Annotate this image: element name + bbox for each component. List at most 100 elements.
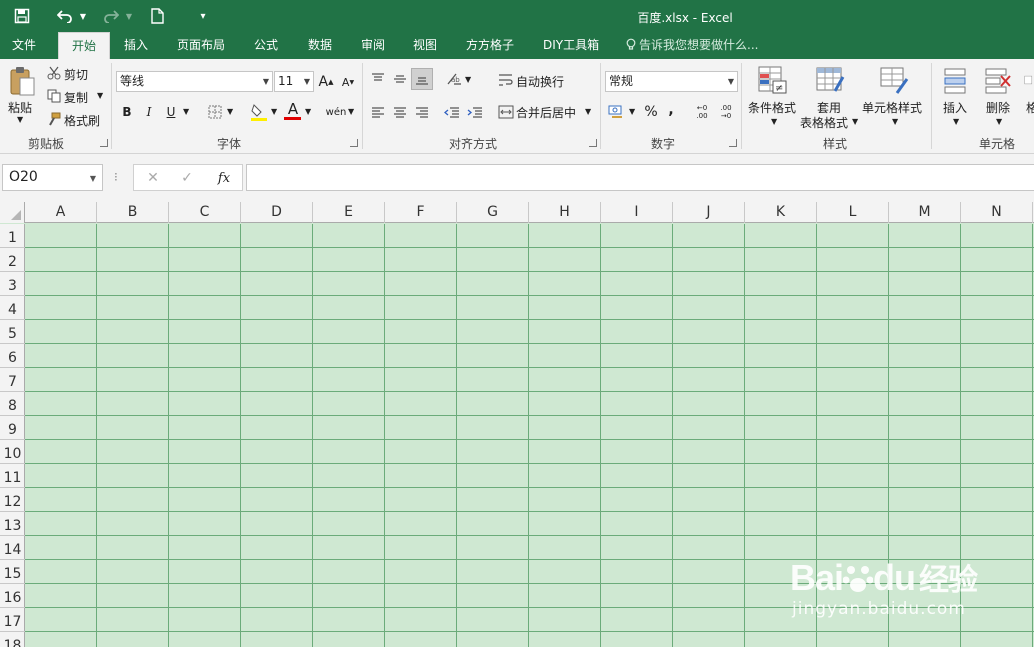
insert-function-icon[interactable]: fx bbox=[214, 168, 234, 188]
row-header-14[interactable]: 14 bbox=[0, 536, 25, 560]
insert-dropdown-icon[interactable]: ▼ bbox=[953, 117, 959, 126]
conditional-dropdown-icon[interactable]: ▼ bbox=[771, 117, 777, 126]
cell-styles-dropdown-icon[interactable]: ▼ bbox=[892, 117, 898, 126]
merge-center-button[interactable]: 合并后居中 bbox=[516, 104, 576, 121]
tab-fangfang[interactable]: 方方格子 bbox=[456, 32, 524, 59]
borders-dropdown-icon[interactable]: ▼ bbox=[227, 107, 233, 116]
row-header-11[interactable]: 11 bbox=[0, 464, 25, 488]
bold-button[interactable]: B bbox=[118, 101, 136, 123]
row-header-17[interactable]: 17 bbox=[0, 608, 25, 632]
copy-button[interactable]: 复制 bbox=[64, 89, 88, 106]
format-painter-button[interactable]: 格式刷 bbox=[64, 112, 100, 129]
font-name-select[interactable]: 等线 ▼ bbox=[116, 71, 273, 92]
tab-view[interactable]: 视图 bbox=[403, 32, 447, 59]
format-table-dropdown-icon[interactable]: ▼ bbox=[852, 117, 858, 126]
enter-icon[interactable]: ✓ bbox=[178, 168, 196, 188]
tab-insert[interactable]: 插入 bbox=[114, 32, 158, 59]
column-header-e[interactable]: E bbox=[313, 202, 385, 223]
merge-dropdown-icon[interactable]: ▼ bbox=[585, 107, 591, 116]
fill-color-dropdown-icon[interactable]: ▼ bbox=[271, 107, 277, 116]
align-middle-icon[interactable] bbox=[390, 69, 410, 89]
shrink-font-button[interactable]: A ▼ bbox=[340, 73, 356, 92]
orientation-dropdown-icon[interactable]: ▼ bbox=[465, 75, 471, 84]
phonetic-dropdown-icon[interactable]: ▼ bbox=[348, 107, 354, 116]
column-header-b[interactable]: B bbox=[97, 202, 169, 223]
tab-data[interactable]: 数据 bbox=[298, 32, 342, 59]
row-header-7[interactable]: 7 bbox=[0, 368, 25, 392]
phonetic-button[interactable]: wén bbox=[326, 102, 347, 122]
row-header-8[interactable]: 8 bbox=[0, 392, 25, 416]
column-header-k[interactable]: K bbox=[745, 202, 817, 223]
wrap-text-button[interactable]: 自动换行 bbox=[516, 73, 564, 90]
row-header-12[interactable]: 12 bbox=[0, 488, 25, 512]
orientation-icon[interactable]: ab bbox=[444, 69, 464, 89]
paste-button[interactable]: 粘贴 bbox=[8, 99, 32, 116]
column-header-g[interactable]: G bbox=[457, 202, 529, 223]
insert-cells-button[interactable]: 插入 bbox=[943, 99, 967, 116]
align-center-icon[interactable] bbox=[390, 103, 410, 123]
accounting-format-icon[interactable] bbox=[607, 102, 627, 122]
comma-button[interactable]: , bbox=[664, 99, 678, 121]
row-header-3[interactable]: 3 bbox=[0, 272, 25, 296]
column-header-l[interactable]: L bbox=[817, 202, 889, 223]
percent-button[interactable]: % bbox=[642, 101, 660, 123]
row-header-13[interactable]: 13 bbox=[0, 512, 25, 536]
format-as-table-button[interactable]: 表格格式 bbox=[800, 114, 848, 131]
font-size-select[interactable]: 11 ▼ bbox=[274, 71, 314, 92]
tab-home[interactable]: 开始 bbox=[58, 32, 110, 59]
borders-icon[interactable] bbox=[206, 103, 224, 121]
column-header-i[interactable]: I bbox=[601, 202, 673, 223]
tab-formulas[interactable]: 公式 bbox=[244, 32, 288, 59]
formula-input[interactable] bbox=[246, 164, 1034, 191]
clipboard-launcher-icon[interactable] bbox=[100, 139, 108, 147]
row-header-18[interactable]: 18 bbox=[0, 632, 25, 647]
select-all-button[interactable] bbox=[0, 202, 25, 223]
row-header-16[interactable]: 16 bbox=[0, 584, 25, 608]
column-header-f[interactable]: F bbox=[385, 202, 457, 223]
delete-cells-button[interactable]: 删除 bbox=[986, 99, 1010, 116]
underline-dropdown-icon[interactable]: ▼ bbox=[183, 107, 189, 116]
cell-styles-button[interactable]: 单元格样式 bbox=[862, 99, 922, 116]
font-color-dropdown-icon[interactable]: ▼ bbox=[305, 107, 311, 116]
number-launcher-icon[interactable] bbox=[729, 139, 737, 147]
tab-page-layout[interactable]: 页面布局 bbox=[167, 32, 235, 59]
column-header-j[interactable]: J bbox=[673, 202, 745, 223]
column-header-a[interactable]: A bbox=[25, 202, 97, 223]
row-header-10[interactable]: 10 bbox=[0, 440, 25, 464]
cancel-icon[interactable]: ✕ bbox=[144, 168, 162, 188]
tab-review[interactable]: 审阅 bbox=[351, 32, 395, 59]
row-header-15[interactable]: 15 bbox=[0, 560, 25, 584]
paste-icon[interactable] bbox=[6, 64, 38, 98]
tab-file[interactable]: 文件 bbox=[2, 32, 46, 59]
column-header-m[interactable]: M bbox=[889, 202, 961, 223]
tell-me-search[interactable]: 告诉我您想要做什么... bbox=[626, 32, 758, 59]
underline-button[interactable]: U bbox=[162, 101, 180, 123]
font-launcher-icon[interactable] bbox=[350, 139, 358, 147]
format-cells-button[interactable]: 格 bbox=[1026, 99, 1034, 116]
increase-indent-icon[interactable] bbox=[465, 103, 485, 123]
cut-button[interactable]: 剪切 bbox=[64, 66, 88, 83]
font-color-button[interactable]: A bbox=[284, 99, 302, 119]
name-box[interactable]: O20 ▼ bbox=[2, 164, 103, 191]
row-header-9[interactable]: 9 bbox=[0, 416, 25, 440]
decrease-decimal-button[interactable]: .00 →0 bbox=[716, 102, 736, 122]
column-header-n[interactable]: N bbox=[961, 202, 1033, 223]
align-right-icon[interactable] bbox=[412, 103, 432, 123]
paste-dropdown-icon[interactable]: ▼ bbox=[17, 115, 23, 124]
column-header-d[interactable]: D bbox=[241, 202, 313, 223]
formula-bar-resize-handle[interactable]: ⁝ bbox=[114, 170, 118, 184]
conditional-formatting-button[interactable]: 条件格式 bbox=[748, 99, 796, 116]
tab-diy-toolbox[interactable]: DIY工具箱 bbox=[533, 32, 609, 59]
row-header-1[interactable]: 1 bbox=[0, 224, 25, 248]
delete-dropdown-icon[interactable]: ▼ bbox=[996, 117, 1002, 126]
row-header-6[interactable]: 6 bbox=[0, 344, 25, 368]
fill-color-icon[interactable] bbox=[249, 101, 269, 123]
increase-decimal-button[interactable]: ←0 .00 bbox=[692, 102, 712, 122]
row-header-2[interactable]: 2 bbox=[0, 248, 25, 272]
italic-button[interactable]: I bbox=[140, 101, 158, 123]
number-format-select[interactable]: 常规 ▼ bbox=[605, 71, 738, 92]
accounting-dropdown-icon[interactable]: ▼ bbox=[629, 107, 635, 116]
grow-font-button[interactable]: A ▲ bbox=[318, 71, 334, 92]
column-header-c[interactable]: C bbox=[169, 202, 241, 223]
align-left-icon[interactable] bbox=[368, 103, 388, 123]
